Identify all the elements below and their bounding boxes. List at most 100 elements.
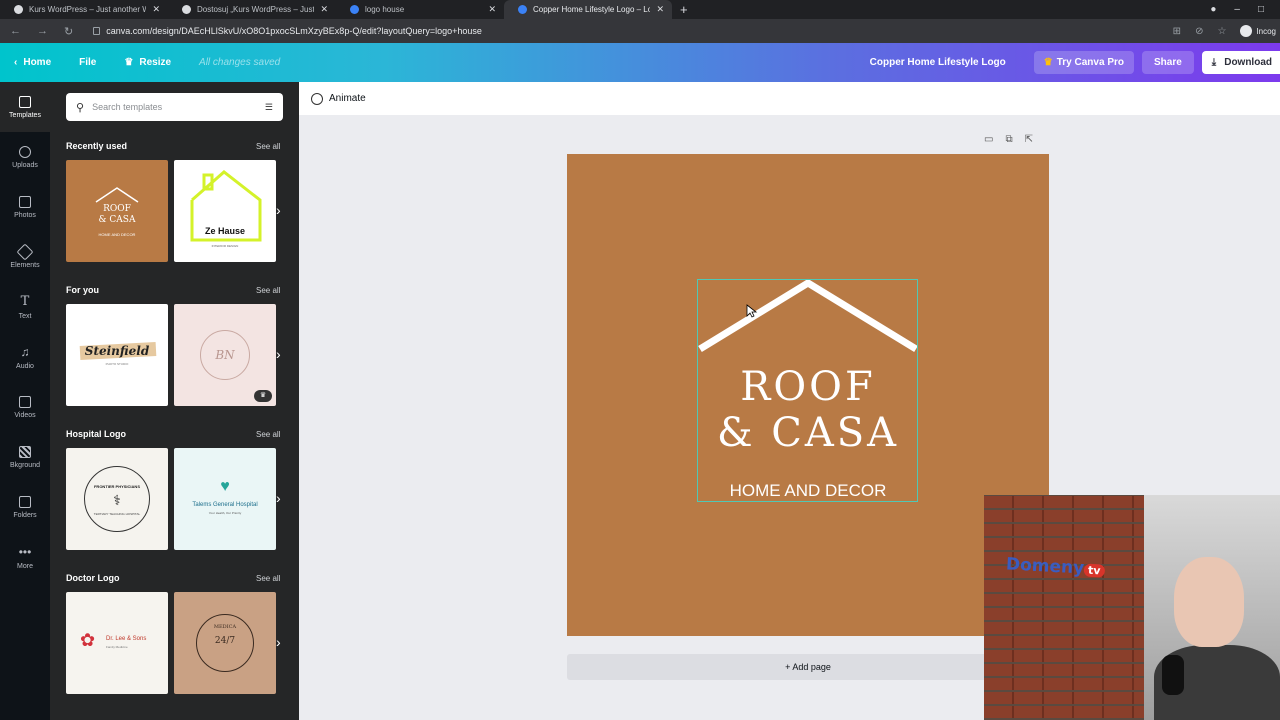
section-title: Doctor Logo [66,573,120,583]
thumb-text: Steinfield [84,344,150,358]
thumb-subtext: TERTIARY TEACHING HOSPITAL [93,512,141,516]
thumb-subtext: INTERIOR DESIGN [211,244,239,248]
url-field[interactable]: canva.com/design/DAEcHLlSkvU/xO8O1pxocSL… [93,26,482,36]
animate-icon [311,92,323,105]
address-bar: ← → ↻ canva.com/design/DAEcHLlSkvU/xO8O1… [0,19,1280,43]
chevron-right-icon[interactable]: › [276,490,281,506]
chevron-right-icon[interactable]: › [276,202,281,218]
template-thumb-ze-hause[interactable]: Ze Hause INTERIOR DESIGN [174,160,276,262]
thumb-subtext: PHOTO STUDIO [105,362,129,366]
rail-photos[interactable]: Photos [0,182,50,232]
close-tab-icon[interactable]: ✕ [152,4,160,15]
see-all-link[interactable]: See all [256,430,280,439]
presenter-face [1174,557,1244,647]
notes-icon[interactable]: ▭ [984,134,993,145]
resize-button[interactable]: ♛ Resize [124,57,171,68]
thumb-text: FRONTIER PHYSICIANS [93,484,140,489]
side-rail: Templates Uploads Photos Elements T Text … [0,82,50,720]
thumb-text: & CASA [98,215,136,225]
filter-icon[interactable]: ☰ [265,102,273,113]
rail-uploads[interactable]: Uploads [0,132,50,182]
thumb-subtext: Your Health, Our Priority [208,511,242,515]
browser-tab[interactable]: logo house ✕ [336,0,504,19]
thumb-text: BN [215,348,235,362]
browser-tab[interactable]: Dostosuj „Kurs WordPress – Just ✕ [168,0,336,19]
thumb-text: Talems General Hospital [192,502,258,508]
microphone-icon [1162,655,1184,695]
rail-more[interactable]: ••• More [0,532,50,582]
template-thumb-drlee[interactable]: ✿ Dr. Lee & Sons Family Medicine [66,592,168,694]
add-page-icon[interactable]: ⇱ [1025,134,1033,145]
selection-box[interactable] [697,279,918,502]
chevron-right-icon[interactable]: › [276,634,281,650]
see-all-link[interactable]: See all [256,574,280,583]
profile-dot-icon[interactable]: ● [1210,4,1216,15]
close-tab-icon[interactable]: ✕ [488,4,496,15]
window-controls: ● – □ [1210,0,1280,19]
templates-icon [19,95,31,108]
rail-audio[interactable]: ♫ Audio [0,332,50,382]
template-thumb-steinfield[interactable]: Steinfield PHOTO STUDIO [66,304,168,406]
download-button[interactable]: ⤓ Download [1201,51,1280,74]
search-input[interactable]: ⚲ Search templates ☰ [66,93,283,121]
reload-icon[interactable]: ↻ [64,25,73,38]
add-page-button[interactable]: + Add page [567,654,1049,680]
browser-tab-active[interactable]: Copper Home Lifestyle Logo – Lo ✕ [504,0,672,19]
see-all-link[interactable]: See all [256,286,280,295]
incognito-icon [1240,25,1253,37]
wordpress-icon [14,5,23,14]
browser-nav: ← → ↻ [10,25,73,38]
rail-text[interactable]: T Text [0,282,50,332]
rail-videos[interactable]: Videos [0,382,50,432]
new-tab-button[interactable]: + [680,2,688,17]
page-tools: ▭ ⧉ ⇱ [984,134,1033,145]
upload-icon [19,145,31,158]
design-title[interactable]: Copper Home Lifestyle Logo [870,57,1006,68]
canva-icon [518,5,527,14]
crown-icon: ♛ [124,57,134,68]
back-icon[interactable]: ← [10,25,21,38]
templates-panel: ⚲ Search templates ☰ Recently used See a… [50,82,299,720]
template-thumb-medica[interactable]: MEDICA 24/7 [174,592,276,694]
more-icon: ••• [18,544,32,559]
home-button[interactable]: ‹ Home [14,57,51,68]
browser-tab-bar: Kurs WordPress – Just another W ✕ Dostosu… [0,0,1280,19]
see-all-link[interactable]: See all [256,142,280,151]
editor-toolbar: Animate [299,82,1280,115]
translate-icon[interactable]: ⊞ [1173,26,1181,37]
duplicate-page-icon[interactable]: ⧉ [1005,134,1012,145]
close-tab-icon[interactable]: ✕ [320,4,328,15]
share-button[interactable]: Share [1142,51,1194,74]
file-menu[interactable]: File [79,57,96,68]
incognito-badge[interactable]: Incog [1240,25,1276,37]
thumb-text: MEDICA [213,624,237,630]
forward-icon[interactable]: → [37,25,48,38]
music-icon: ♫ [20,344,30,359]
browser-tab[interactable]: Kurs WordPress – Just another W ✕ [0,0,168,19]
thumb-text: ROOF [103,204,131,214]
rail-templates[interactable]: Templates [0,82,50,132]
thumb-subtext: 24/7 [214,636,236,646]
rail-background[interactable]: Bkground [0,432,50,482]
eye-off-icon[interactable]: ⊘ [1195,26,1203,37]
download-icon: ⤓ [1211,57,1217,68]
close-tab-icon[interactable]: ✕ [656,4,664,15]
chevron-right-icon[interactable]: › [276,346,281,362]
try-pro-button[interactable]: ♛ Try Canva Pro [1033,51,1134,74]
chevron-left-icon: ‹ [14,57,18,68]
template-thumb-frontier[interactable]: FRONTIER PHYSICIANS ⚕ TERTIARY TEACHING … [66,448,168,550]
rail-elements[interactable]: Elements [0,232,50,282]
animate-button[interactable]: Animate [329,93,366,104]
heart-icon: ♥ [220,478,230,495]
minimize-icon[interactable]: – [1234,4,1240,15]
thumb-text: Dr. Lee & Sons [106,636,147,642]
star-icon[interactable]: ☆ [1217,26,1226,37]
rail-folders[interactable]: Folders [0,482,50,532]
design-page[interactable]: ROOF & CASA HOME AND DECOR [567,154,1049,636]
template-thumb-roof-casa[interactable]: ROOF & CASA HOME AND DECOR [66,160,168,262]
thumb-text: Ze Hause [204,226,246,236]
cursor-icon [746,304,758,318]
template-thumb-talems[interactable]: ♥ Talems General Hospital Your Health, O… [174,448,276,550]
template-thumb-bn[interactable]: BN ♛ [174,304,276,406]
maximize-icon[interactable]: □ [1258,4,1264,15]
